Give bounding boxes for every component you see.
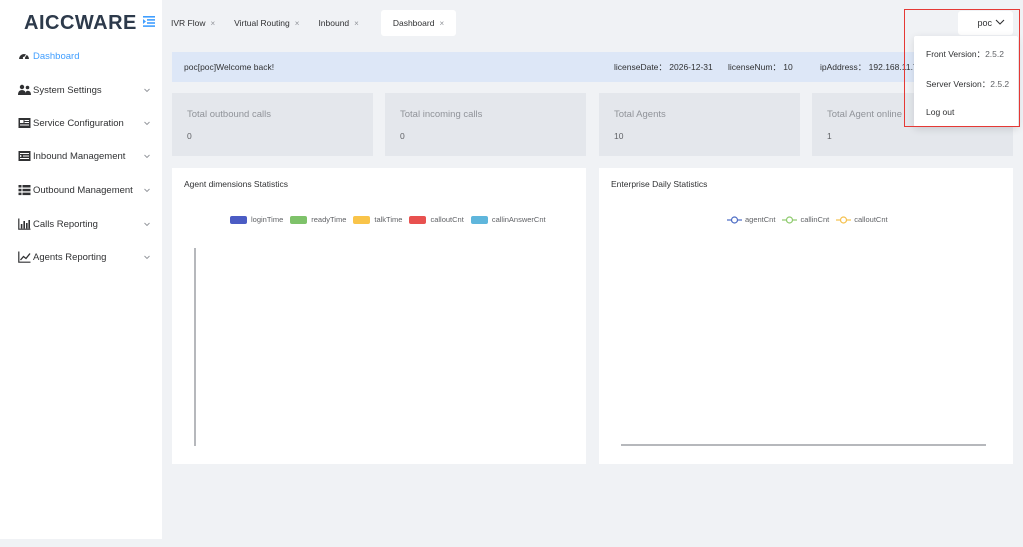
sidebar-item-label: Dashboard [33,50,80,62]
sidebar-item-dashboard[interactable]: Dashboard [0,44,162,68]
ip-address: ipAddress： 192.168.11.7 [820,62,918,72]
sidebar-item-agents-reporting[interactable]: Agents Reporting [0,245,162,269]
close-icon[interactable]: × [439,19,444,28]
stat-card-incoming: Total incoming calls 0 [385,93,586,156]
front-version-label: Front Version： [926,49,986,59]
chevron-down-icon [143,119,151,127]
sidebar-item-label: Service Configuration [33,117,124,129]
card-title: Total Agent online [827,109,903,120]
chevron-down-icon [143,86,151,94]
user-dropdown-menu: Front Version：2.5.2 Server Version：2.5.2… [914,36,1018,127]
sidebar-item-label: System Settings [33,84,102,96]
card-value: 0 [187,131,192,141]
server-version-label: Server Version： [926,79,991,89]
license-num: licenseNum： 10 [728,62,793,72]
agent-chart-plot [194,248,196,446]
sidebar-item-service-configuration[interactable]: Service Configuration [0,111,162,135]
tab-dashboard[interactable]: Dashboard × [380,10,457,36]
card-value: 10 [614,131,624,141]
bar-chart-icon [18,218,31,230]
tab-bar: IVR Flow × Virtual Routing × Inbound × D… [166,10,458,36]
outbound-list-icon [18,184,31,196]
tab-label: IVR Flow [171,18,206,28]
logout-item[interactable]: Log out [926,107,954,117]
tab-label: Inbound [318,18,350,28]
tab-label: Dashboard [392,18,435,28]
sidebar-item-label: Calls Reporting [33,218,98,230]
sidebar-item-label: Agents Reporting [33,251,107,263]
server-version-item[interactable]: Server Version：2.5.2 [926,78,1009,90]
sidebar-item-label: Outbound Management [33,184,133,196]
card-title: Total Agents [614,109,666,120]
card-value: 1 [827,131,832,141]
welcome-banner: poc[poc]Welcome back! licenseDate： 2026-… [172,52,1013,82]
front-version-item[interactable]: Front Version：2.5.2 [926,48,1004,60]
dashboard-icon [18,50,30,62]
chevron-down-icon [143,152,151,160]
welcome-text: poc[poc]Welcome back! [184,62,275,72]
tab-ivr-flow[interactable]: IVR Flow × [166,10,227,36]
close-icon[interactable]: × [210,19,215,28]
logo-part2: WARE [74,12,137,34]
license-date: licenseDate： 2026-12-31 [614,62,713,72]
user-menu-button[interactable]: poc [958,11,1013,35]
card-value: 0 [400,131,405,141]
tab-virtual-routing[interactable]: Virtual Routing × [229,10,311,36]
tab-inbound[interactable]: Inbound × [313,10,370,36]
users-icon [18,84,31,96]
enterprise-chart-plot [621,444,986,446]
inbound-list-icon [18,150,31,162]
logout-label: Log out [926,107,955,117]
menu-collapse-icon[interactable] [143,16,155,27]
logo-row: AICCWARE [0,0,162,44]
sidebar-item-outbound-management[interactable]: Outbound Management [0,178,162,202]
card-title: Total outbound calls [187,109,271,120]
sidebar-item-label: Inbound Management [33,150,126,162]
user-name: poc [977,18,992,28]
sidebar-item-calls-reporting[interactable]: Calls Reporting [0,212,162,236]
line-chart-icon [18,251,31,263]
close-icon[interactable]: × [295,19,300,28]
close-icon[interactable]: × [354,19,359,28]
chevron-down-icon [143,253,151,261]
sidebar: AICCWARE Dashboard System Settings Servi… [0,0,162,539]
sidebar-item-system-settings[interactable]: System Settings [0,78,162,102]
app-logo: AICCWARE [24,12,137,35]
sidebar-item-inbound-management[interactable]: Inbound Management [0,144,162,168]
tab-label: Virtual Routing [234,18,290,28]
stat-card-outbound: Total outbound calls 0 [172,93,373,156]
chevron-down-icon [143,186,151,194]
front-version-value: 2.5.2 [985,49,1004,59]
service-config-icon [18,117,31,129]
card-title: Total incoming calls [400,109,483,120]
chevron-down-icon [992,18,1005,28]
enterprise-statistics-panel: Enterprise Daily Statistics agentCnt cal… [599,168,1013,464]
logo-part1: AICC [24,12,75,34]
server-version-value: 2.5.2 [990,79,1010,89]
chevron-down-icon [143,220,151,228]
agent-statistics-panel: Agent dimensions Statistics loginTime re… [172,168,586,464]
stat-card-agents: Total Agents 10 [599,93,800,156]
